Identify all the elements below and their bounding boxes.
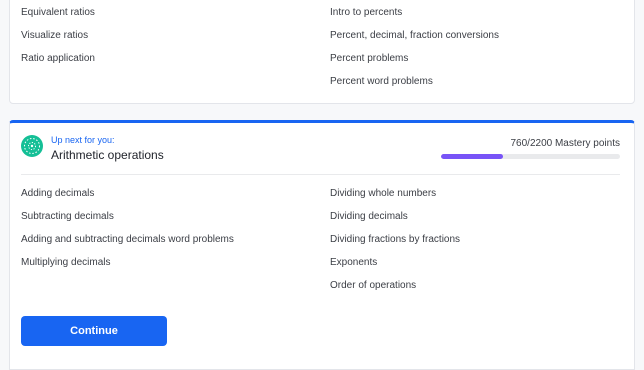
- skill-link[interactable]: Dividing decimals: [330, 205, 460, 228]
- skill-link[interactable]: Equivalent ratios: [21, 1, 95, 24]
- skill-link[interactable]: Percent problems: [330, 47, 499, 70]
- skill-list-right: Intro to percents Percent, decimal, frac…: [330, 1, 499, 93]
- skill-link[interactable]: Dividing fractions by fractions: [330, 228, 460, 251]
- mastery-points-text: 760/2200 Mastery points: [510, 138, 620, 149]
- skill-link[interactable]: Visualize ratios: [21, 24, 95, 47]
- up-next-unit-card: Up next for you: Arithmetic operations 7…: [9, 120, 635, 370]
- skill-link[interactable]: Adding and subtracting decimals word pro…: [21, 228, 234, 251]
- mastery-progress-bar: [441, 154, 620, 159]
- continue-button[interactable]: Continue: [21, 316, 167, 346]
- skill-list-left: Adding decimals Subtracting decimals Add…: [21, 182, 234, 274]
- up-next-label: Up next for you:: [51, 135, 115, 145]
- skill-link[interactable]: Dividing whole numbers: [330, 182, 460, 205]
- skill-list-left: Equivalent ratios Visualize ratios Ratio…: [21, 1, 95, 70]
- skill-list-right: Dividing whole numbers Dividing decimals…: [330, 182, 460, 297]
- skill-link[interactable]: Order of operations: [330, 274, 460, 297]
- skill-link[interactable]: Multiplying decimals: [21, 251, 234, 274]
- skill-link[interactable]: Exponents: [330, 251, 460, 274]
- skill-link[interactable]: Adding decimals: [21, 182, 234, 205]
- unit-title[interactable]: Arithmetic operations: [51, 148, 164, 162]
- skill-link[interactable]: Ratio application: [21, 47, 95, 70]
- skill-link[interactable]: Subtracting decimals: [21, 205, 234, 228]
- mastery-progress-fill: [441, 154, 503, 159]
- skill-link[interactable]: Percent word problems: [330, 70, 499, 93]
- skill-link[interactable]: Percent, decimal, fraction conversions: [330, 24, 499, 47]
- skill-link[interactable]: Intro to percents: [330, 1, 499, 24]
- globe-icon: [21, 135, 43, 157]
- divider: [21, 174, 620, 175]
- previous-unit-card: Equivalent ratios Visualize ratios Ratio…: [9, 0, 635, 104]
